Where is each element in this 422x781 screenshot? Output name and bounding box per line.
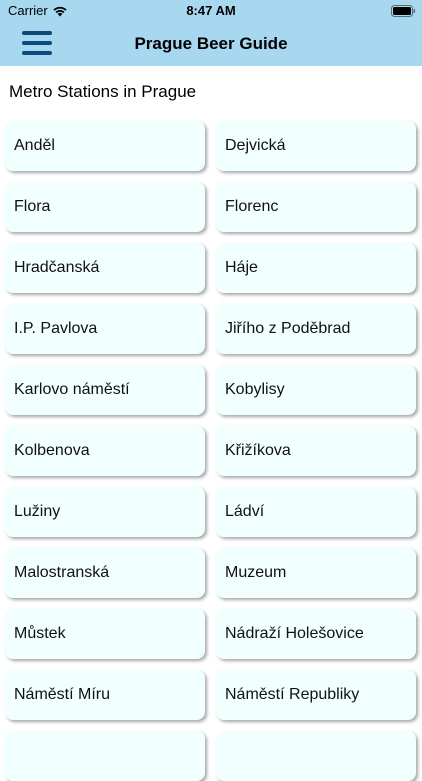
station-button[interactable] <box>5 731 205 781</box>
station-button[interactable]: Náměstí Míru <box>5 670 205 720</box>
station-button[interactable]: Kobylisy <box>216 365 416 415</box>
station-button[interactable]: Karlovo náměstí <box>5 365 205 415</box>
station-button[interactable]: Nádraží Holešovice <box>216 609 416 659</box>
station-button[interactable]: Křižíkova <box>216 426 416 476</box>
station-button[interactable]: Muzeum <box>216 548 416 598</box>
clock: 8:47 AM <box>186 3 236 18</box>
station-button[interactable]: Flora <box>5 182 205 232</box>
battery-icon <box>391 5 416 17</box>
station-button[interactable]: Lužiny <box>5 487 205 537</box>
station-button[interactable]: Anděl <box>5 121 205 171</box>
page-title: Prague Beer Guide <box>134 34 288 53</box>
station-button[interactable]: Dejvická <box>216 121 416 171</box>
station-button[interactable]: Hradčanská <box>5 243 205 293</box>
station-button[interactable]: Ládví <box>216 487 416 537</box>
header: Carrier 8:47 AM Prague Beer Guide <box>0 0 422 66</box>
station-button[interactable]: Můstek <box>5 609 205 659</box>
station-button[interactable]: I.P. Pavlova <box>5 304 205 354</box>
station-button[interactable]: Jiřího z Poděbrad <box>216 304 416 354</box>
station-button[interactable]: Malostranská <box>5 548 205 598</box>
navigation-bar: Prague Beer Guide <box>0 22 422 66</box>
station-button[interactable]: Náměstí Republiky <box>216 670 416 720</box>
station-button[interactable] <box>216 731 416 781</box>
station-button[interactable]: Kolbenova <box>5 426 205 476</box>
section-title: Metro Stations in Prague <box>9 82 197 101</box>
station-button[interactable]: Háje <box>216 243 416 293</box>
station-button[interactable]: Florenc <box>216 182 416 232</box>
status-bar: Carrier 8:47 AM <box>0 0 422 22</box>
